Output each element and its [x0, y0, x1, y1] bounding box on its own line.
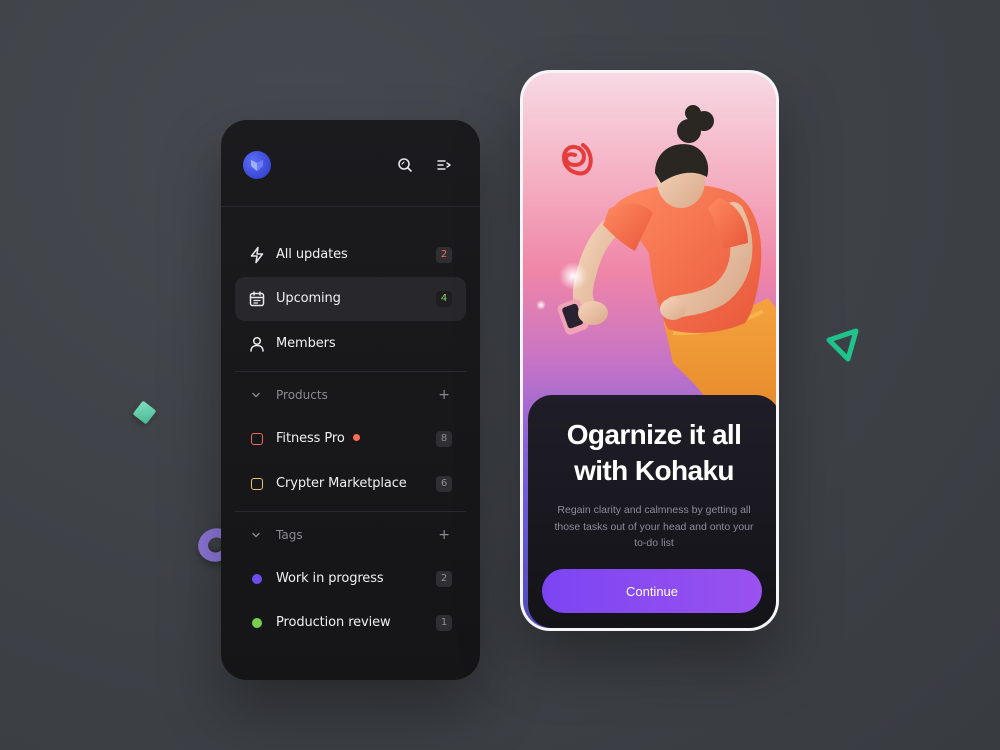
section-label: Tags [276, 528, 303, 542]
nav-label: Fitness Pro [276, 431, 345, 446]
green-dot-icon [247, 613, 267, 633]
chevron-down-icon [252, 532, 260, 538]
square-outline-icon [247, 474, 267, 494]
product-item-fitness-pro[interactable]: Fitness Pro 8 [235, 417, 466, 461]
count-badge: 4 [436, 291, 452, 307]
unread-dot [352, 434, 360, 441]
shield-logo-icon[interactable] [243, 151, 271, 179]
nav-label: Crypter Marketplace [276, 476, 407, 491]
divider [235, 511, 466, 512]
spring-decoration [562, 143, 593, 176]
nav-label: Production review [276, 615, 391, 630]
onboarding-subtitle: Regain clarity and calmness by getting a… [554, 504, 754, 549]
count-badge: 8 [436, 431, 452, 447]
nav-item-members[interactable]: Members [235, 322, 466, 366]
purple-dot-icon [247, 569, 267, 589]
onboarding-screen: Ogarnize it all with Kohaku Regain clari… [523, 73, 776, 628]
tag-item-production-review[interactable]: Production review 1 [235, 601, 466, 645]
add-tag-button[interactable]: + [438, 526, 450, 544]
nav-label: Upcoming [276, 291, 341, 306]
onboarding-title: Ogarnize it all with Kohaku [566, 419, 742, 486]
search-icon[interactable] [394, 154, 416, 176]
nav-label: Work in progress [276, 571, 384, 586]
continue-button[interactable]: Continue [542, 569, 762, 613]
section-products[interactable]: Products + [235, 380, 466, 410]
onboarding-phone: Ogarnize it all with Kohaku Regain clari… [520, 70, 779, 631]
sidebar-phone: All updates 2 Upcoming 4 Members Product… [221, 120, 480, 680]
onboarding-card: Ogarnize it all with Kohaku Regain clari… [528, 395, 776, 628]
count-badge: 1 [436, 615, 452, 631]
lightning-icon [247, 245, 267, 265]
nav-label: All updates [276, 247, 348, 262]
green-diamond-decoration [132, 400, 157, 425]
square-outline-icon [247, 429, 267, 449]
user-icon [247, 334, 267, 354]
chevron-down-icon [252, 392, 260, 398]
count-badge: 6 [436, 476, 452, 492]
calendar-icon [247, 289, 267, 309]
count-badge: 2 [436, 247, 452, 263]
divider [235, 371, 466, 372]
nav-label: Members [276, 336, 336, 351]
section-tags[interactable]: Tags + [235, 520, 466, 550]
menu-collapse-icon[interactable] [433, 154, 455, 176]
section-label: Products [276, 388, 328, 402]
nav-item-upcoming[interactable]: Upcoming 4 [235, 277, 466, 321]
tag-item-work-in-progress[interactable]: Work in progress 2 [235, 557, 466, 601]
green-triangle-decoration [826, 328, 859, 362]
add-product-button[interactable]: + [438, 386, 450, 404]
count-badge: 2 [436, 571, 452, 587]
product-item-crypter-marketplace[interactable]: Crypter Marketplace 6 [235, 462, 466, 506]
sidebar-header [221, 120, 480, 207]
nav-item-all-updates[interactable]: All updates 2 [235, 233, 466, 277]
